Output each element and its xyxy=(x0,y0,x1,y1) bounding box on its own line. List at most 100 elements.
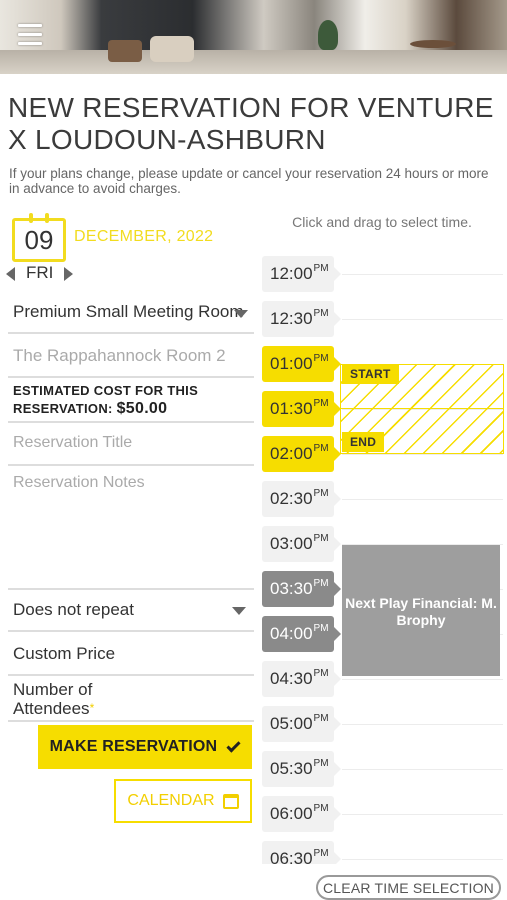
time-slot[interactable]: 03:00 PM xyxy=(262,526,341,562)
hero-table xyxy=(410,40,456,48)
ampm-label: PM xyxy=(313,397,329,409)
ampm-label: PM xyxy=(313,622,329,634)
time-slot[interactable]: 03:30 PM xyxy=(262,571,341,607)
slot-gridline xyxy=(342,679,503,680)
time-slot-label: 03:00 xyxy=(270,534,313,553)
time-schedule[interactable]: START END Next Play Financial: M. Brophy… xyxy=(262,236,507,864)
slot-gridline xyxy=(342,499,503,500)
existing-booking[interactable]: Next Play Financial: M. Brophy xyxy=(342,545,500,676)
month-year: DECEMBER, 2022 xyxy=(74,228,214,245)
schedule-hint: Click and drag to select time. xyxy=(292,214,472,230)
time-slot[interactable]: 06:30 PM xyxy=(262,841,341,864)
checkmark-icon xyxy=(226,737,241,753)
attendees-input[interactable]: Number of Attendees* xyxy=(8,678,254,722)
reservation-title-input[interactable]: Reservation Title xyxy=(8,428,254,466)
calendar-button-label: CALENDAR xyxy=(127,792,215,809)
reservation-notes-input[interactable]: Reservation Notes xyxy=(8,470,254,590)
calendar-ring-icon xyxy=(45,213,49,223)
hero-plant xyxy=(318,20,338,50)
time-slot-label: 02:00 xyxy=(270,444,313,463)
caret-down-icon xyxy=(232,607,246,615)
estimated-cost-label: ESTIMATED COST FOR THIS RESERVATION: xyxy=(13,383,199,416)
ampm-label: PM xyxy=(313,667,329,679)
time-slot-label: 03:30 xyxy=(270,579,313,598)
custom-price-input[interactable]: Custom Price xyxy=(8,638,254,676)
time-slot-label: 06:30 xyxy=(270,849,313,864)
time-slot-label: 05:00 xyxy=(270,714,313,733)
slot-gridline xyxy=(342,319,503,320)
ampm-label: PM xyxy=(313,712,329,724)
time-slot-label: 01:30 xyxy=(270,399,313,418)
day-navigator: FRI xyxy=(6,262,76,284)
cancellation-notice: If your plans change, please update or c… xyxy=(9,166,489,196)
custom-price-label: Custom Price xyxy=(13,644,116,663)
clear-time-selection-button[interactable]: CLEAR TIME SELECTION xyxy=(316,875,501,900)
required-mark: * xyxy=(89,701,95,715)
slot-gridline xyxy=(342,724,503,725)
time-slot[interactable]: 01:30 PM xyxy=(262,391,341,427)
slot-gridline xyxy=(342,454,503,455)
start-tag: START xyxy=(342,364,399,384)
time-slot[interactable]: 05:30 PM xyxy=(262,751,341,787)
hero-floor xyxy=(0,50,507,74)
ampm-label: PM xyxy=(313,262,329,274)
time-slot-label: 01:00 xyxy=(270,354,313,373)
room-select[interactable]: The Rappahannock Room 2 xyxy=(8,340,254,378)
time-slot-label: 12:00 xyxy=(270,264,313,283)
attendees-label: Number of Attendees* xyxy=(13,680,95,718)
calendar-button[interactable]: CALENDAR xyxy=(114,779,252,823)
weekday-label: FRI xyxy=(26,263,54,282)
make-reservation-label: MAKE RESERVATION xyxy=(49,738,218,755)
time-slot-label: 04:00 xyxy=(270,624,313,643)
repeat-select[interactable]: Does not repeat xyxy=(8,594,254,632)
estimated-cost: ESTIMATED COST FOR THIS RESERVATION: $50… xyxy=(13,382,253,418)
ampm-label: PM xyxy=(313,802,329,814)
slot-gridline xyxy=(342,769,503,770)
room-type-value: Premium Small Meeting Room xyxy=(13,302,244,321)
ampm-label: PM xyxy=(313,757,329,769)
calendar-ring-icon xyxy=(29,213,33,223)
time-slot[interactable]: 12:00 PM xyxy=(262,256,341,292)
ampm-label: PM xyxy=(313,352,329,364)
time-slot[interactable]: 05:00 PM xyxy=(262,706,341,742)
divider xyxy=(8,421,254,423)
estimated-cost-value: $50.00 xyxy=(116,400,168,417)
reservation-title-placeholder: Reservation Title xyxy=(13,434,133,451)
hero-chair xyxy=(108,40,142,62)
slot-gridline xyxy=(342,859,503,860)
room-value: The Rappahannock Room 2 xyxy=(13,346,226,365)
hero-photo xyxy=(0,0,507,74)
make-reservation-button[interactable]: MAKE RESERVATION xyxy=(38,725,252,769)
reservation-notes-placeholder: Reservation Notes xyxy=(13,474,145,491)
chevron-right-icon[interactable] xyxy=(64,267,73,281)
day-number: 09 xyxy=(24,225,54,255)
slot-gridline xyxy=(342,274,503,275)
time-slot[interactable]: 02:00 PM xyxy=(262,436,341,472)
selection-divider xyxy=(340,408,504,409)
caret-down-icon xyxy=(234,310,248,318)
slot-gridline xyxy=(342,814,503,815)
time-slot[interactable]: 04:30 PM xyxy=(262,661,341,697)
time-slot[interactable]: 01:00 PM xyxy=(262,346,341,382)
ampm-label: PM xyxy=(313,307,329,319)
ampm-label: PM xyxy=(313,847,329,859)
repeat-value: Does not repeat xyxy=(13,600,134,619)
end-tag: END xyxy=(342,432,385,452)
time-slot[interactable]: 12:30 PM xyxy=(262,301,341,337)
time-slot-label: 02:30 xyxy=(270,489,313,508)
ampm-label: PM xyxy=(313,577,329,589)
hamburger-menu-icon[interactable] xyxy=(18,24,42,46)
time-slot[interactable]: 04:00 PM xyxy=(262,616,341,652)
ampm-label: PM xyxy=(313,532,329,544)
room-type-select[interactable]: Premium Small Meeting Room xyxy=(8,296,254,334)
page-title: NEW RESERVATION FOR VENTURE X LOUDOUN-AS… xyxy=(8,92,494,155)
calendar-icon xyxy=(222,793,239,809)
time-slot-label: 06:00 xyxy=(270,804,313,823)
time-slot-label: 04:30 xyxy=(270,669,313,688)
time-slot[interactable]: 02:30 PM xyxy=(262,481,341,517)
hero-chair xyxy=(150,36,194,62)
chevron-left-icon[interactable] xyxy=(6,267,15,281)
ampm-label: PM xyxy=(313,442,329,454)
time-slot[interactable]: 06:00 PM xyxy=(262,796,341,832)
date-badge[interactable]: 09 xyxy=(12,213,66,262)
